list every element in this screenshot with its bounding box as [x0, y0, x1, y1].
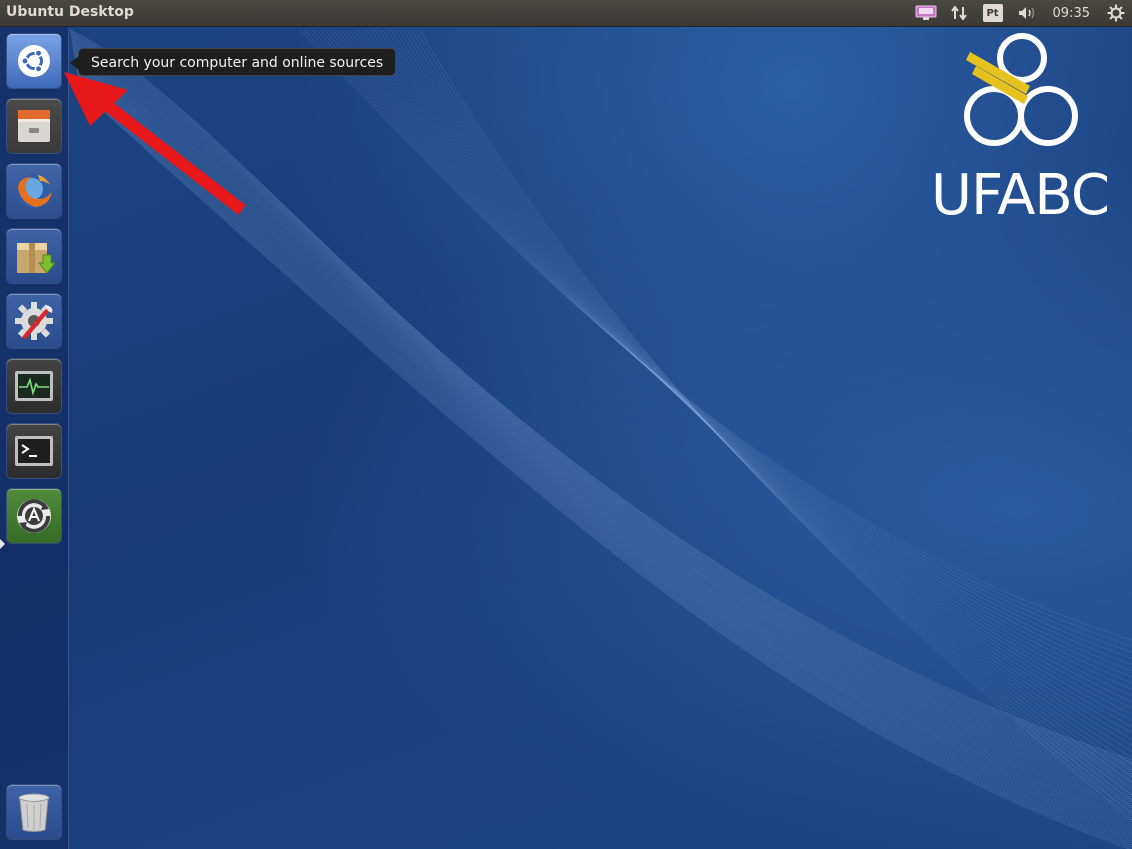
file-cabinet-icon: [18, 110, 50, 142]
launcher: [0, 26, 69, 849]
firefox-icon: [17, 174, 52, 208]
session-indicator[interactable]: [1106, 0, 1126, 26]
software-updater-icon: [17, 499, 51, 533]
files-button[interactable]: [7, 99, 61, 153]
trash-button[interactable]: [7, 785, 61, 839]
gear-wrench-icon: [15, 302, 53, 340]
clock[interactable]: 09:35: [1053, 0, 1090, 26]
launcher-files[interactable]: [6, 98, 62, 154]
display-indicator[interactable]: [913, 0, 939, 26]
launcher-dash-home[interactable]: [6, 33, 62, 89]
volume-icon: [1018, 7, 1034, 19]
ufabc-logo: UFABC: [930, 30, 1110, 226]
archive-manager-button[interactable]: [7, 229, 61, 283]
ufabc-emblem-icon: [964, 33, 1078, 146]
keyboard-layout-label: Pt: [982, 4, 1003, 22]
dash-button[interactable]: [7, 34, 61, 88]
ufabc-logo-text: UFABC: [931, 163, 1110, 228]
launcher-software-updater[interactable]: [6, 488, 62, 544]
firefox-button[interactable]: [7, 164, 61, 218]
red-arrow-annotation: [64, 72, 246, 215]
trash-icon: [18, 793, 50, 832]
launcher-system-settings[interactable]: [6, 293, 62, 349]
top-panel: Ubuntu Desktop Pt 09:35: [0, 0, 1132, 27]
window-title: Ubuntu Desktop: [6, 4, 134, 20]
network-indicator[interactable]: [949, 0, 969, 26]
package-download-icon: [17, 243, 55, 274]
display-icon: [915, 5, 937, 20]
terminal-button[interactable]: [7, 424, 61, 478]
network-arrows-icon: [950, 5, 967, 21]
dash-tooltip: Search your computer and online sources: [69, 48, 397, 76]
launcher-trash[interactable]: [6, 784, 62, 840]
ubuntu-logo-icon: [18, 45, 50, 77]
system-monitor-button[interactable]: [7, 359, 61, 413]
keyboard-layout-indicator[interactable]: Pt: [982, 0, 1003, 26]
launcher-terminal[interactable]: [6, 423, 62, 479]
launcher-system-monitor[interactable]: [6, 358, 62, 414]
system-settings-button[interactable]: [7, 294, 61, 348]
running-indicator: [0, 539, 5, 549]
sound-indicator[interactable]: [1015, 0, 1041, 26]
terminal-icon: [15, 436, 53, 466]
launcher-firefox[interactable]: [6, 163, 62, 219]
session-gear-icon: [1107, 4, 1125, 22]
indicator-area: Pt 09:35: [913, 0, 1132, 26]
launcher-archive-manager[interactable]: [6, 228, 62, 284]
software-updater-button[interactable]: [7, 489, 61, 543]
activity-monitor-icon: [15, 371, 53, 401]
